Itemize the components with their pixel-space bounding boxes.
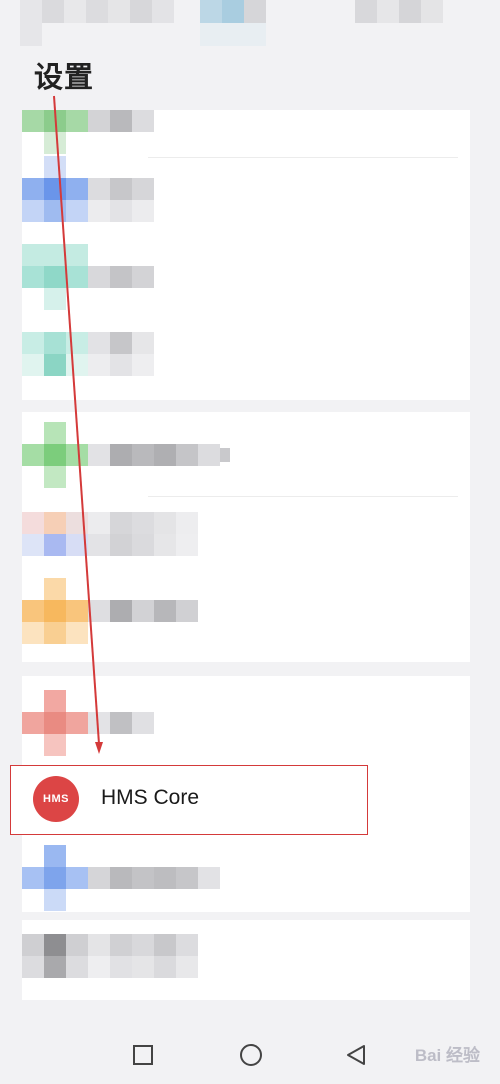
pixelated-app-icon (22, 244, 88, 266)
pixelated-app-icon (22, 332, 44, 354)
pixelated-top-bar (0, 0, 500, 46)
list-item-label: HMS Core (101, 786, 200, 809)
pixelated-app-icon (44, 422, 66, 444)
hms-logo-icon: HMS (33, 776, 79, 822)
pixelated-app-icon (22, 934, 44, 956)
divider (148, 496, 458, 497)
divider (148, 157, 458, 158)
settings-screen: 设置 HMS HMS Core Bai 经验 (0, 0, 500, 1084)
triangle-back-icon[interactable] (345, 1044, 367, 1066)
pixelated-app-icon (44, 578, 66, 600)
annotation-title: 设置 (34, 60, 95, 94)
pixelated-app-icon (44, 845, 66, 867)
list-item-hms-core[interactable]: HMS HMS Core (10, 765, 368, 835)
watermark: Bai 经验 (414, 1046, 480, 1065)
pixelated-app-icon (44, 690, 66, 712)
pixelated-app-icon (44, 156, 66, 178)
pixelated-app-icon (22, 512, 44, 534)
square-icon[interactable] (132, 1044, 154, 1066)
circle-icon[interactable] (239, 1043, 263, 1067)
